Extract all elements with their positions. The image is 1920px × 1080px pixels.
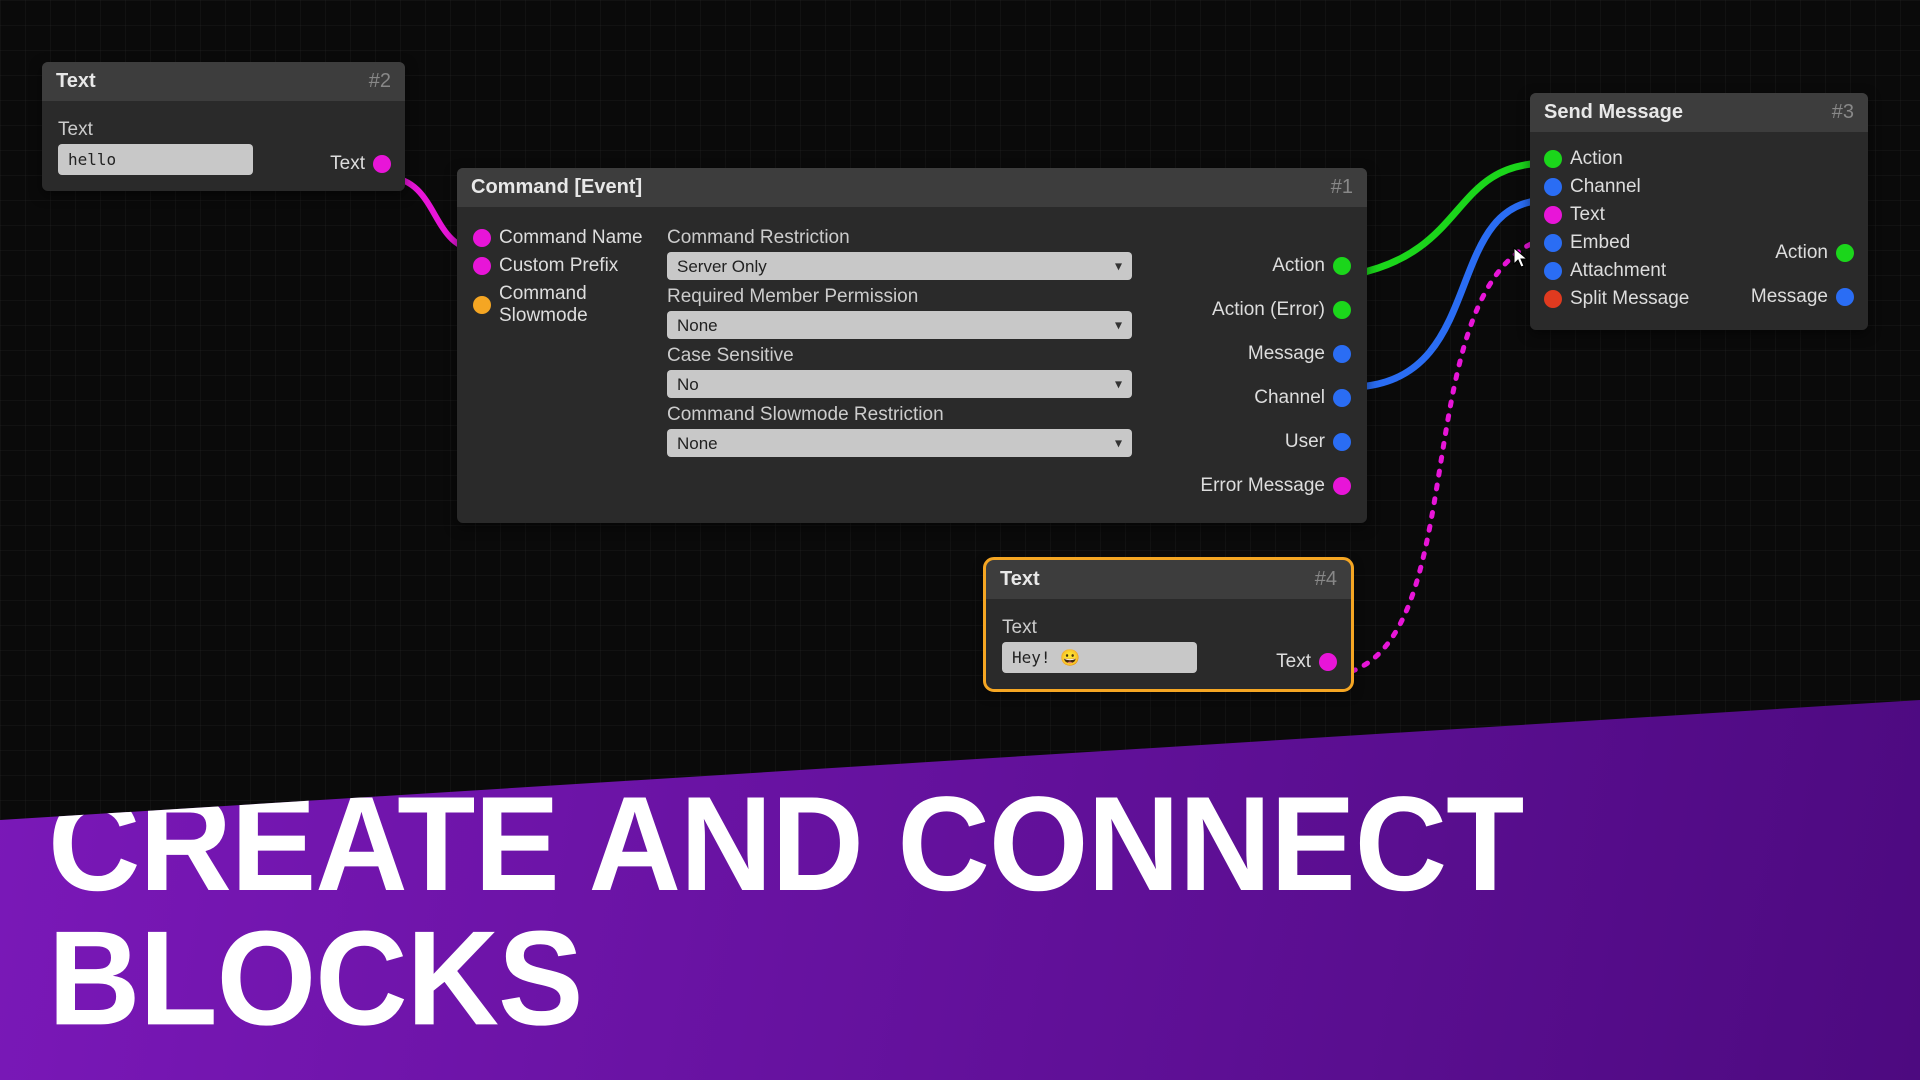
node-title: Send Message: [1544, 101, 1683, 124]
select-member-permission[interactable]: None: [667, 311, 1132, 339]
port-dot-icon: [1333, 257, 1351, 275]
select-case-sensitive[interactable]: No: [667, 370, 1132, 398]
port-dot-icon: [1544, 206, 1562, 224]
input-port-split-message[interactable]: Split Message: [1544, 288, 1751, 310]
port-dot-icon: [1544, 178, 1562, 196]
input-port-text[interactable]: Text: [1544, 204, 1751, 226]
port-dot-icon: [1333, 389, 1351, 407]
port-dot-icon: [1836, 244, 1854, 262]
node-header[interactable]: Text #4: [986, 560, 1351, 599]
node-send-message[interactable]: Send Message #3 Action Channel Text Embe…: [1530, 93, 1868, 330]
text-input[interactable]: [1002, 642, 1197, 673]
port-dot-icon: [1333, 477, 1351, 495]
input-port-attachment[interactable]: Attachment: [1544, 260, 1751, 282]
node-header[interactable]: Text #2: [42, 62, 405, 101]
banner-headline: CREATE AND CONNECT BLOCKS: [48, 778, 1920, 1047]
port-dot-icon: [373, 155, 391, 173]
node-text-4[interactable]: Text #4 Text Text: [986, 560, 1351, 689]
field-label: Command Restriction: [667, 227, 1142, 249]
port-dot-icon: [1319, 653, 1337, 671]
input-port-command-slowmode[interactable]: Command Slowmode: [473, 283, 653, 327]
field-label: Command Slowmode Restriction: [667, 404, 1142, 426]
port-dot-icon: [473, 296, 491, 314]
output-port-action-error[interactable]: Action (Error): [1212, 299, 1351, 321]
node-header[interactable]: Send Message #3: [1530, 93, 1868, 132]
output-port-message[interactable]: Message: [1248, 343, 1351, 365]
output-port-action[interactable]: Action: [1272, 255, 1351, 277]
port-dot-icon: [1544, 150, 1562, 168]
input-port-action[interactable]: Action: [1544, 148, 1751, 170]
node-id: #3: [1832, 101, 1854, 124]
output-port-message[interactable]: Message: [1751, 286, 1854, 308]
node-id: #4: [1315, 568, 1337, 591]
input-port-custom-prefix[interactable]: Custom Prefix: [473, 255, 653, 277]
port-dot-icon: [473, 257, 491, 275]
text-input[interactable]: [58, 144, 253, 175]
field-label-text: Text: [58, 119, 389, 141]
node-title: Text: [1000, 568, 1040, 591]
output-port-error-message[interactable]: Error Message: [1200, 475, 1351, 497]
port-dot-icon: [473, 229, 491, 247]
output-port-channel[interactable]: Channel: [1254, 387, 1351, 409]
port-dot-icon: [1544, 262, 1562, 280]
output-port-action[interactable]: Action: [1775, 242, 1854, 264]
select-slowmode-restriction[interactable]: None: [667, 429, 1132, 457]
input-port-command-name[interactable]: Command Name: [473, 227, 653, 249]
node-command-event[interactable]: Command [Event] #1 Command Name Custom P…: [457, 168, 1367, 523]
node-header[interactable]: Command [Event] #1: [457, 168, 1367, 207]
output-port-text[interactable]: Text: [330, 153, 391, 175]
node-title: Text: [56, 70, 96, 93]
field-label: Required Member Permission: [667, 286, 1142, 308]
output-port-user[interactable]: User: [1285, 431, 1351, 453]
port-dot-icon: [1544, 234, 1562, 252]
node-title: Command [Event]: [471, 176, 642, 199]
field-label-text: Text: [1002, 617, 1335, 639]
output-port-text[interactable]: Text: [1276, 651, 1337, 673]
port-dot-icon: [1544, 290, 1562, 308]
select-command-restriction[interactable]: Server Only: [667, 252, 1132, 280]
field-label: Case Sensitive: [667, 345, 1142, 367]
node-text-2[interactable]: Text #2 Text Text: [42, 62, 405, 191]
node-id: #2: [369, 70, 391, 93]
port-dot-icon: [1333, 433, 1351, 451]
port-dot-icon: [1836, 288, 1854, 306]
port-dot-icon: [1333, 345, 1351, 363]
node-id: #1: [1331, 176, 1353, 199]
port-dot-icon: [1333, 301, 1351, 319]
input-port-channel[interactable]: Channel: [1544, 176, 1751, 198]
input-port-embed[interactable]: Embed: [1544, 232, 1751, 254]
